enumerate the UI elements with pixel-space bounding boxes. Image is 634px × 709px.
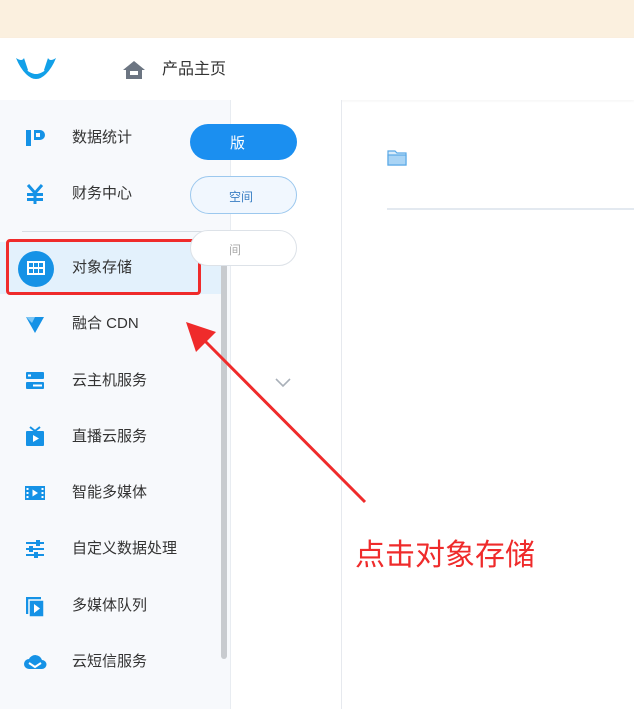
sidebar-item-finance[interactable]: 财务中心 [0,170,221,218]
sidebar-item-multimedia[interactable]: 智能多媒体 [0,469,221,517]
sidebar-item-label: 多媒体队列 [72,597,148,614]
cloud-message-icon [24,655,47,669]
sidebar-item-label: 云主机服务 [72,372,148,389]
cdn-icon [26,317,44,333]
sidebar-item-media-queue[interactable]: 多媒体队列 [0,582,221,630]
sidebar-item-custom-data[interactable]: 自定义数据处理 [0,525,221,573]
sidebar-item-label: 财务中心 [72,185,133,202]
sidebar-item-label: 数据统计 [72,129,133,146]
edition-button[interactable]: 版 [190,124,297,160]
top-banner [0,0,634,38]
header: 产品主页 [0,38,634,100]
sidebar-item-live[interactable]: 直播云服务 [0,413,221,461]
highlight-box [6,239,201,295]
media-queue-icon [26,597,45,618]
sidebar-item-stats[interactable]: 数据统计 [0,114,221,162]
space-button-label: 空间 [229,190,254,204]
chevron-down-icon[interactable] [274,376,292,388]
page-title: 产品主页 [162,61,227,78]
sidebar-item-label: 自定义数据处理 [72,540,178,557]
content-divider [387,208,634,210]
folder-icon [387,150,407,166]
sidebar-item-cdn[interactable]: 融合 CDN [0,300,221,348]
sliders-icon [26,540,44,558]
film-icon [25,486,45,500]
logo-icon[interactable] [14,54,58,84]
secondary-space-button[interactable]: 间 [190,230,297,266]
chart-icon [26,130,45,146]
annotation-text: 点击对象存储 [355,539,535,572]
sidebar-item-sms[interactable]: 云短信服务 [0,638,221,686]
sidebar-divider [22,231,207,232]
edition-button-label: 版 [230,135,246,152]
sidebar-item-label: 云短信服务 [72,653,148,670]
space-button[interactable]: 空间 [190,176,297,214]
yen-icon [26,184,44,204]
secondary-space-label: 间 [229,243,242,257]
server-icon [26,372,44,389]
sidebar-scrollbar[interactable] [221,244,227,659]
home-icon[interactable] [122,60,146,80]
sidebar-item-label: 直播云服务 [72,428,148,445]
live-tv-icon [26,426,44,446]
sidebar-item-cloud-host[interactable]: 云主机服务 [0,357,221,405]
sidebar-item-label: 智能多媒体 [72,484,148,501]
sidebar-item-label: 融合 CDN [72,315,139,332]
